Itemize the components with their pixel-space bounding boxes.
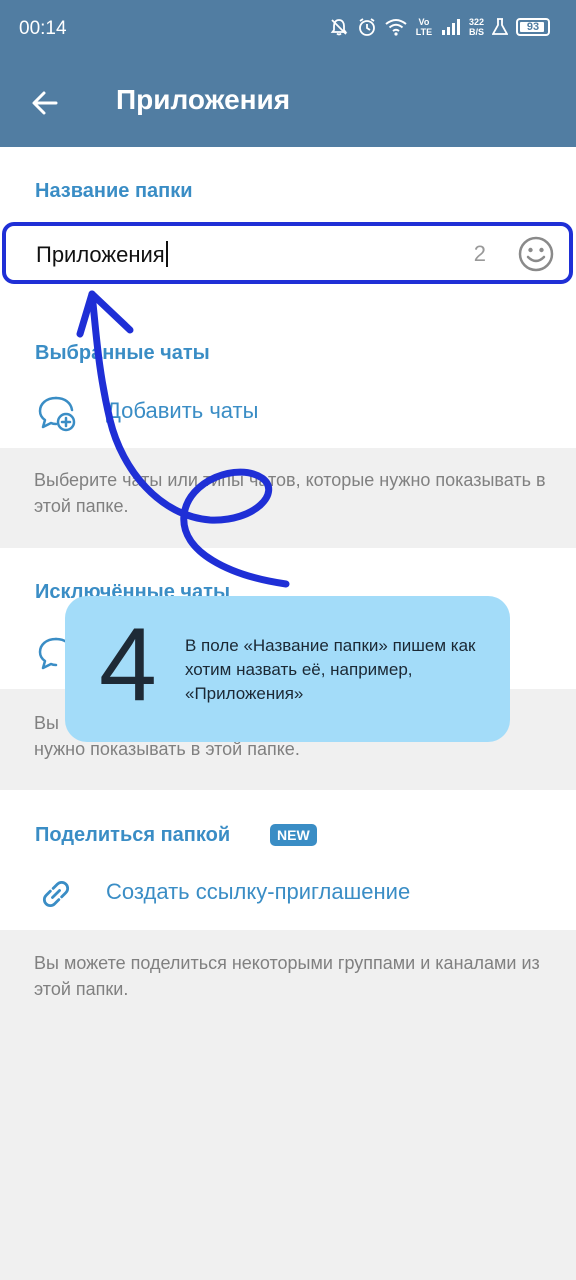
alarm-icon — [359, 18, 375, 36]
included-chats-hint: Выберите чаты или типы чатов, которые ну… — [34, 470, 546, 516]
add-chats-label: Добавить чаты — [106, 398, 259, 423]
status-bar: 00:14 Vo LTE 322 B/S 93 — [0, 0, 576, 58]
status-time: 00:14 — [19, 18, 67, 39]
folder-name-input[interactable]: Приложения — [36, 241, 168, 268]
share-folder-hint: Вы можете поделиться некоторыми группами… — [34, 953, 540, 999]
flask-icon — [492, 18, 508, 35]
folder-name-header: Название папки — [35, 180, 193, 202]
folder-name-value: Приложения — [36, 242, 165, 267]
char-counter: 2 — [473, 241, 486, 266]
add-chats-button[interactable]: Добавить чаты — [0, 381, 576, 441]
share-folder-section: Поделиться папкой NEW Создать ссылку-при… — [0, 790, 576, 930]
chat-add-icon — [38, 396, 76, 432]
included-chats-section: Выбранные чаты Добавить чаты — [0, 307, 576, 448]
mute-bell-icon — [330, 19, 348, 36]
app-toolbar: Приложения — [0, 58, 576, 147]
battery-level: 93 — [526, 21, 540, 33]
network-speed: 322 B/S — [468, 17, 484, 37]
included-chats-header: Выбранные чаты — [35, 342, 210, 364]
network-type: Vo LTE — [415, 17, 433, 37]
step-number: 4 — [99, 607, 157, 723]
emoji-icon[interactable] — [517, 235, 555, 273]
step-tip-card: 4 В поле «Название папки» пишем как хоти… — [65, 596, 510, 742]
signal-icon — [441, 19, 460, 35]
folder-name-field[interactable]: Приложения 2 — [2, 222, 573, 284]
new-badge: NEW — [270, 824, 317, 846]
create-invite-link-button[interactable]: Создать ссылку-приглашение — [0, 862, 576, 922]
link-icon — [43, 881, 69, 907]
arrow-left-icon — [32, 91, 58, 115]
page-title: Приложения — [116, 84, 291, 115]
create-invite-link-label: Создать ссылку-приглашение — [106, 879, 411, 904]
text-caret — [165, 241, 168, 267]
wifi-icon — [385, 19, 407, 36]
status-icons: Vo LTE 322 B/S 93 — [329, 17, 550, 37]
step-description: В поле «Название папки» пишем как хотим … — [185, 636, 476, 703]
back-button[interactable] — [22, 80, 68, 126]
folder-name-section: Название папки Приложения 2 — [0, 147, 576, 307]
share-folder-header: Поделиться папкой — [35, 824, 231, 846]
battery-icon: 93 — [516, 18, 550, 36]
